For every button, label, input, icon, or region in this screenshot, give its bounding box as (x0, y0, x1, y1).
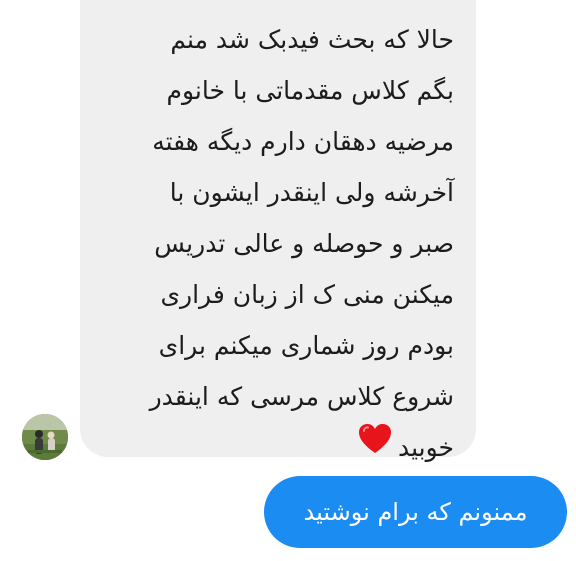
message-line: صبر و حوصله و عالی تدریس (154, 229, 454, 258)
message-line: شروع کلاس مرسی که اینقدر (149, 382, 454, 411)
message-line: آخرشه ولی اینقدر ایشون با (169, 178, 454, 207)
message-line: میکنن منی ک از زبان فراری (160, 280, 454, 309)
message-last-line: خوبید (98, 422, 454, 475)
message-line: بودم روز شماری میکنم برای (158, 331, 454, 360)
sender-avatar[interactable] (22, 414, 68, 460)
avatar-photo-icon (22, 414, 68, 460)
outgoing-message-bubble: ممنونم که برام نوشتید (264, 476, 567, 548)
red-heart-icon (358, 421, 392, 472)
outgoing-message-text: ممنونم که برام نوشتید (303, 498, 528, 526)
message-line: مرضیه دهقان دارم دیگه هفته (152, 127, 454, 156)
message-line: حالا که بحث فیدبک شد منم (170, 25, 454, 54)
message-line: بگم کلاس مقدماتی با خانوم (166, 76, 455, 105)
incoming-message-bubble: حالا که بحث فیدبک شد منم بگم کلاس مقدمات… (80, 0, 476, 462)
message-line-text: خوبید (398, 433, 454, 462)
